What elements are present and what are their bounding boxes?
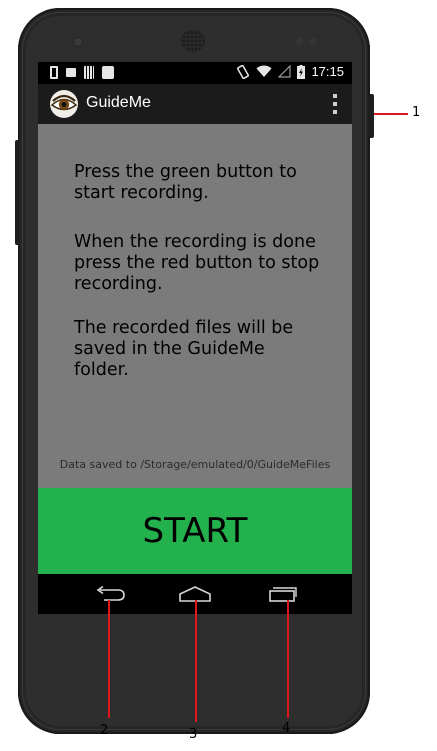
callout-label-2: 2 <box>100 723 109 738</box>
callout-line-2 <box>108 600 110 718</box>
guideme-eye-icon[interactable] <box>50 90 78 118</box>
callout-line-3 <box>195 600 197 722</box>
notification-icons <box>50 66 114 79</box>
callout-label-1: 1 <box>412 105 421 120</box>
wifi-icon <box>256 65 272 77</box>
phone-screen: 17:15 GuideMe Press the green button to … <box>38 62 352 614</box>
signal-icon <box>278 65 292 78</box>
callout-line-1 <box>374 113 408 115</box>
front-camera <box>74 38 82 46</box>
recent-apps-button[interactable] <box>248 574 318 614</box>
power-button[interactable] <box>368 94 374 138</box>
volume-button[interactable] <box>15 140 20 245</box>
back-icon <box>96 586 125 601</box>
saved-path-text: Data saved to /Storage/emulated/0/GuideM… <box>59 458 331 471</box>
instruction-start: Press the green button to start recordin… <box>74 162 297 203</box>
shopping-bag-icon <box>102 66 114 79</box>
barcode-notification-icon <box>84 66 94 79</box>
callout-label-4: 4 <box>282 721 291 736</box>
app-title: GuideMe <box>86 94 151 111</box>
instruction-saved: The recorded files will be saved in the … <box>74 318 294 380</box>
light-sensor <box>310 38 317 45</box>
overflow-menu-icon[interactable] <box>332 94 338 114</box>
instruction-stop: When the recording is done press the red… <box>74 232 320 294</box>
action-bar: GuideMe <box>38 84 352 124</box>
camera-notification-icon <box>66 68 76 77</box>
callout-label-3: 3 <box>189 727 198 742</box>
back-button[interactable] <box>75 574 145 614</box>
main-content: Press the green button to start recordin… <box>38 124 352 488</box>
callout-line-4 <box>287 600 289 718</box>
system-status-icons: 17:15 <box>236 64 344 79</box>
status-time: 17:15 <box>311 64 344 79</box>
status-bar: 17:15 <box>38 62 352 84</box>
recent-apps-icon <box>269 587 297 602</box>
screen-rotation-icon <box>237 64 250 79</box>
proximity-sensor <box>296 38 303 45</box>
start-button[interactable]: START <box>38 488 352 574</box>
battery-charging-icon <box>297 64 306 79</box>
phone-notification-icon <box>50 66 58 79</box>
earpiece-speaker <box>182 31 204 51</box>
